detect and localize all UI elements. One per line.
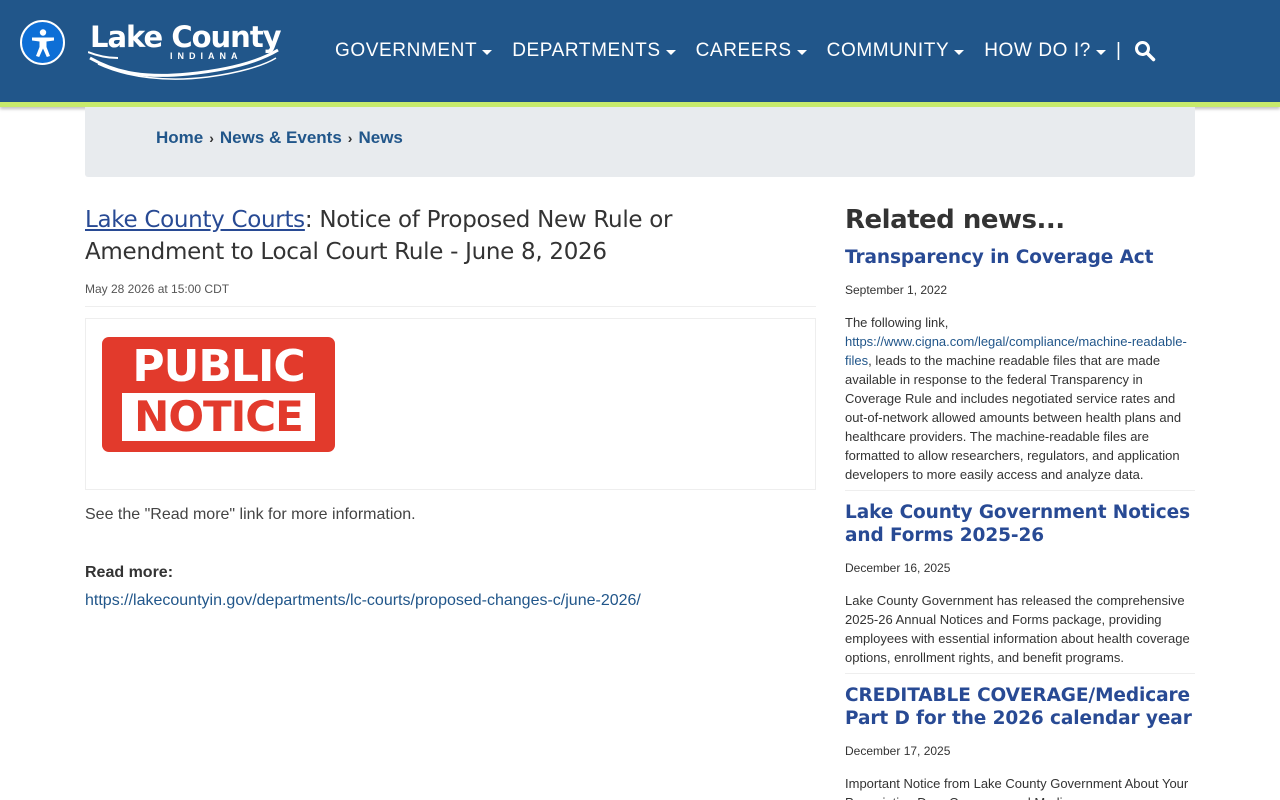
nav-careers[interactable]: CAREERS [696, 40, 807, 62]
related-news-sidebar: Related news... Transparency in Coverage… [845, 204, 1195, 800]
summary-text: The following link, [845, 315, 949, 330]
related-news-date: December 16, 2025 [845, 561, 951, 575]
nav-separator: | [1115, 40, 1121, 61]
breadcrumb: Home › News & Events › News [156, 128, 403, 148]
nav-how-do-i-label: HOW DO I? [984, 40, 1091, 61]
related-news-date: December 17, 2025 [845, 744, 951, 758]
caret-down-icon [665, 49, 676, 55]
related-news-heading: Related news... [845, 205, 1065, 235]
logo-state-label: INDIANA [170, 51, 243, 61]
nav-government[interactable]: GOVERNMENT [335, 40, 493, 62]
caret-down-icon [482, 49, 493, 55]
related-news-title[interactable]: CREDITABLE COVERAGE/Medicare Part D for … [845, 684, 1195, 730]
notice-line-1: PUBLIC [132, 341, 305, 392]
breadcrumb-bar: Home › News & Events › News [85, 107, 1195, 177]
site-header: Lake County INDIANA GOVERNMENT DEPARTMEN… [0, 0, 1280, 102]
breadcrumb-separator: › [209, 130, 214, 146]
breadcrumb-news-events[interactable]: News & Events [220, 128, 342, 148]
article-body: See the "Read more" link for more inform… [85, 506, 416, 523]
nav-careers-label: CAREERS [695, 40, 792, 61]
breadcrumb-news[interactable]: News [358, 128, 402, 148]
main-navigation: GOVERNMENT DEPARTMENTS CAREERS COMMUNITY… [335, 38, 1137, 64]
breadcrumb-separator: › [347, 130, 353, 146]
article-image-frame: PUBLIC NOTICE [85, 318, 816, 490]
caret-down-icon [796, 49, 807, 55]
notice-line-2: NOTICE [134, 392, 304, 441]
read-more-label: Read more: [85, 564, 174, 581]
public-notice-image: PUBLIC NOTICE [102, 337, 335, 452]
related-news-summary: Important Notice from Lake County Govern… [845, 776, 1189, 800]
summary-text: , leads to the machine readable files th… [845, 353, 1182, 482]
nav-government-label: GOVERNMENT [335, 40, 478, 61]
breadcrumb-home[interactable]: Home [156, 128, 203, 148]
related-news-summary: Lake County Government has released the … [845, 593, 1190, 665]
related-news-summary: The following link, https://www.cigna.co… [845, 313, 1195, 484]
nav-community[interactable]: COMMUNITY [827, 40, 965, 62]
nav-how-do-i[interactable]: HOW DO I? [984, 40, 1106, 62]
related-news-item: Transparency in Coverage Act September 1… [845, 246, 1195, 491]
related-news-date: September 1, 2022 [845, 283, 948, 297]
related-news-title[interactable]: Lake County Government Notices and Forms… [845, 501, 1195, 547]
accessibility-person-icon [31, 28, 54, 57]
site-logo[interactable]: Lake County INDIANA [88, 20, 282, 82]
related-news-item: CREDITABLE COVERAGE/Medicare Part D for … [845, 684, 1195, 800]
article-source-link[interactable]: Lake County Courts [85, 207, 305, 233]
article: Lake County Courts: Notice of Proposed N… [85, 204, 816, 610]
accessibility-button[interactable] [20, 20, 65, 65]
read-more-link[interactable]: https://lakecountyin.gov/departments/lc-… [85, 592, 816, 610]
caret-down-icon [1095, 49, 1106, 55]
related-news-title[interactable]: Transparency in Coverage Act [845, 246, 1195, 269]
nav-community-label: COMMUNITY [826, 40, 950, 61]
caret-down-icon [954, 49, 965, 55]
logo-wordmark: Lake County [90, 20, 282, 54]
magnifier-icon [1135, 41, 1156, 62]
nav-departments-label: DEPARTMENTS [512, 40, 661, 61]
nav-departments[interactable]: DEPARTMENTS [512, 40, 676, 62]
related-news-item: Lake County Government Notices and Forms… [845, 501, 1195, 674]
article-title: Lake County Courts: Notice of Proposed N… [85, 204, 816, 268]
article-date: May 28 2026 at 15:00 CDT [85, 282, 816, 307]
search-button[interactable] [1134, 40, 1156, 62]
